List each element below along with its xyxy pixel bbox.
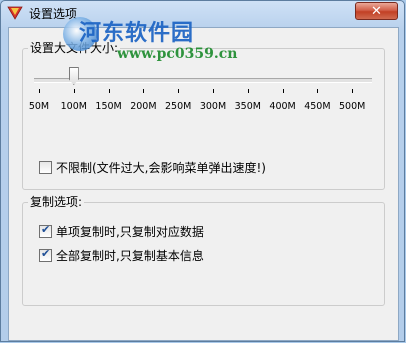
slider-tick (317, 89, 319, 93)
slider-tick (73, 89, 75, 93)
title-bar[interactable]: 设置选项 ✕ (1, 1, 404, 25)
slider-tick-label: 500M (339, 101, 366, 112)
settings-window: 设置选项 ✕ 设置大文件大小: 50M 100M 150M 200M 250M 300M 3… (0, 0, 405, 342)
window-title: 设置选项 (29, 7, 78, 21)
all-copy-label: 全部复制时,只复制基本信息 (56, 248, 204, 263)
all-copy-checkbox[interactable] (39, 247, 52, 262)
slider-tick (143, 89, 145, 93)
close-icon: ✕ (371, 4, 382, 19)
slider-tick (247, 89, 249, 93)
unlimited-checkbox[interactable] (39, 160, 52, 174)
slider-tick (39, 89, 40, 93)
file-size-slider-track[interactable] (34, 78, 372, 83)
slider-tick (213, 89, 214, 93)
settings-panel: 设置大文件大小: 50M 100M 150M 200M 250M 300M 350M 400M… (8, 27, 399, 341)
file-size-group-label: 设置大文件大小: (28, 41, 121, 55)
file-size-group: 设置大文件大小: 50M 100M 150M 200M 250M 300M 350M 400M… (22, 41, 385, 190)
copy-options-group-label: 复制选项: (28, 195, 85, 209)
slider-tick (178, 89, 180, 93)
unlimited-checkbox-row[interactable]: 不限制(文件过大,会影响菜单弹出速度!) (39, 159, 266, 175)
single-copy-label: 单项复制时,只复制对应数据 (56, 224, 204, 239)
close-button[interactable]: ✕ (355, 2, 398, 20)
copy-option-row[interactable]: 全部复制时,只复制基本信息 (39, 247, 204, 263)
app-logo-icon (7, 6, 23, 20)
unlimited-checkbox-label: 不限制(文件过大,会影响菜单弹出速度!) (56, 160, 266, 175)
slider-tick (282, 89, 284, 93)
slider-tick (108, 89, 110, 93)
copy-option-row[interactable]: 单项复制时,只复制对应数据 (39, 223, 204, 239)
slider-tick (352, 89, 354, 93)
single-copy-checkbox[interactable] (39, 223, 52, 238)
copy-options-group: 复制选项: 单项复制时,只复制对应数据 全部复制时,只复制基本信息 (22, 195, 385, 306)
